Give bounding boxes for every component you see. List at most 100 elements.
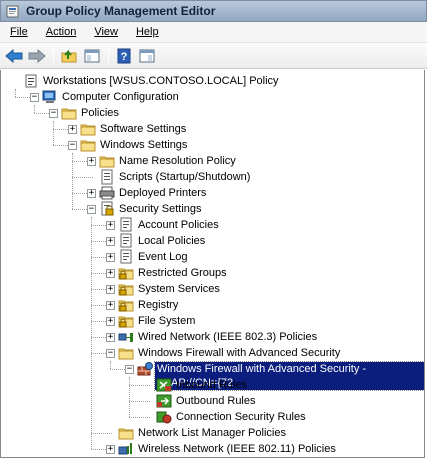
window-title: Group Policy Management Editor — [26, 4, 216, 18]
tree-node-label[interactable]: File System — [136, 314, 197, 328]
expand-icon[interactable]: + — [68, 125, 77, 134]
console-tree[interactable]: Workstations [WSUS.CONTOSO.LOCAL] Policy… — [0, 70, 425, 458]
script-icon — [101, 169, 113, 185]
outbound-rules-icon — [156, 394, 172, 408]
tree-node-local-policies[interactable] — [1, 233, 424, 249]
menu-view-label: View — [94, 26, 118, 38]
toolbar-separator — [108, 46, 109, 65]
tree-node-label[interactable]: Registry — [136, 298, 180, 312]
help-button[interactable]: ? — [113, 45, 135, 67]
tree-node-label[interactable]: Security Settings — [117, 202, 204, 216]
expand-icon[interactable]: + — [106, 285, 115, 294]
tree-node-label[interactable]: Computer Configuration — [60, 90, 181, 104]
folder-icon — [99, 156, 115, 168]
policy-scroll-icon — [25, 74, 37, 88]
tree-node-file-system[interactable] — [1, 313, 424, 329]
expand-icon[interactable]: + — [106, 333, 115, 342]
expand-icon[interactable]: + — [106, 269, 115, 278]
tree-node-label[interactable]: Wireless Network (IEEE 802.11) Policies — [136, 442, 338, 456]
tree-node-label[interactable]: Deployed Printers — [117, 186, 208, 200]
title-bar: Group Policy Management Editor — [0, 0, 427, 22]
tree-node-label[interactable]: Scripts (Startup/Shutdown) — [117, 170, 252, 184]
menu-file[interactable]: File — [0, 26, 36, 38]
tree-node-label[interactable]: Software Settings — [98, 122, 188, 136]
folder-icon — [118, 428, 134, 440]
menu-view[interactable]: View — [84, 26, 126, 38]
inbound-rules-icon — [156, 378, 172, 392]
policy-doc-icon — [120, 249, 132, 264]
menu-action-label: Action — [45, 26, 77, 38]
tree-node-label[interactable]: Inbound Rules — [174, 378, 249, 392]
folder-icon — [61, 108, 77, 120]
menu-bar: File Action View Help — [0, 22, 427, 43]
tree-node-label[interactable]: Account Policies — [136, 218, 221, 232]
back-button[interactable] — [3, 45, 25, 67]
tree-node-label[interactable]: Event Log — [136, 250, 190, 264]
collapse-icon[interactable]: − — [68, 141, 77, 150]
tree-node-label[interactable]: Name Resolution Policy — [117, 154, 238, 168]
tree-node-label[interactable]: Windows Settings — [98, 138, 189, 152]
up-one-level-button[interactable] — [58, 45, 80, 67]
tree-node-label[interactable]: Network List Manager Policies — [136, 426, 288, 440]
policy-doc-icon — [120, 217, 132, 232]
tree-node-windows-settings[interactable] — [1, 137, 424, 153]
expand-icon[interactable]: + — [106, 237, 115, 246]
expand-icon[interactable]: + — [106, 221, 115, 230]
locked-folder-icon — [118, 316, 134, 328]
expand-icon[interactable]: + — [106, 301, 115, 310]
expand-icon[interactable]: + — [106, 253, 115, 262]
folder-icon — [80, 124, 96, 136]
collapse-icon[interactable]: − — [87, 205, 96, 214]
gpmc-app-icon — [5, 3, 21, 19]
locked-folder-icon — [118, 268, 134, 280]
expand-icon[interactable]: + — [87, 157, 96, 166]
tree-node-label[interactable]: Policies — [79, 106, 121, 120]
tree-node-registry[interactable] — [1, 297, 424, 313]
tree-node-label[interactable]: Windows Firewall with Advanced Security — [136, 346, 342, 360]
tree-node-label[interactable]: Workstations [WSUS.CONTOSO.LOCAL] Policy — [41, 74, 281, 88]
properties-button[interactable] — [136, 45, 158, 67]
back-icon — [5, 48, 23, 63]
show-hide-tree-button[interactable] — [81, 45, 103, 67]
menu-help-label: Help — [135, 26, 159, 38]
show-hide-tree-icon — [84, 49, 100, 62]
tree-node-event-log[interactable] — [1, 249, 424, 265]
computer-icon — [42, 90, 56, 103]
forward-icon — [28, 48, 46, 63]
svg-text:?: ? — [121, 51, 128, 63]
collapse-icon[interactable]: − — [106, 349, 115, 358]
toolbar: ? — [0, 43, 427, 69]
wired-network-icon — [118, 333, 133, 342]
collapse-icon[interactable]: − — [49, 109, 58, 118]
expand-icon[interactable]: + — [87, 189, 96, 198]
menu-action[interactable]: Action — [36, 26, 85, 38]
tree-node-label[interactable]: Wired Network (IEEE 802.3) Policies — [136, 330, 319, 344]
tree-node-label[interactable]: Local Policies — [136, 234, 207, 248]
tree-node-deployed-printers[interactable] — [1, 185, 424, 201]
security-settings-icon — [101, 201, 114, 216]
menu-file-label: File — [10, 26, 28, 38]
forward-button[interactable] — [26, 45, 48, 67]
wireless-network-icon — [118, 443, 132, 455]
connection-security-icon — [156, 411, 172, 424]
firewall-icon — [137, 362, 153, 376]
tree-node-software-settings[interactable] — [1, 121, 424, 137]
locked-folder-icon — [118, 284, 134, 296]
menu-help[interactable]: Help — [126, 26, 167, 38]
collapse-icon[interactable]: − — [30, 93, 39, 102]
tree-node-label[interactable]: Connection Security Rules — [174, 410, 308, 424]
tree-node-label[interactable]: Outbound Rules — [174, 394, 258, 408]
up-folder-icon — [61, 49, 77, 62]
folder-icon — [118, 348, 134, 360]
tree-node-label[interactable]: Restricted Groups — [136, 266, 229, 280]
folder-icon — [80, 140, 96, 152]
help-icon: ? — [117, 48, 131, 63]
locked-folder-icon — [118, 300, 134, 312]
collapse-icon[interactable]: − — [125, 365, 134, 374]
expand-icon[interactable]: + — [106, 317, 115, 326]
properties-icon — [139, 49, 155, 62]
tree-node-label[interactable]: System Services — [136, 282, 222, 296]
tree-node-security-settings[interactable] — [1, 201, 424, 217]
expand-icon[interactable]: + — [106, 445, 115, 454]
printer-icon — [99, 186, 115, 200]
